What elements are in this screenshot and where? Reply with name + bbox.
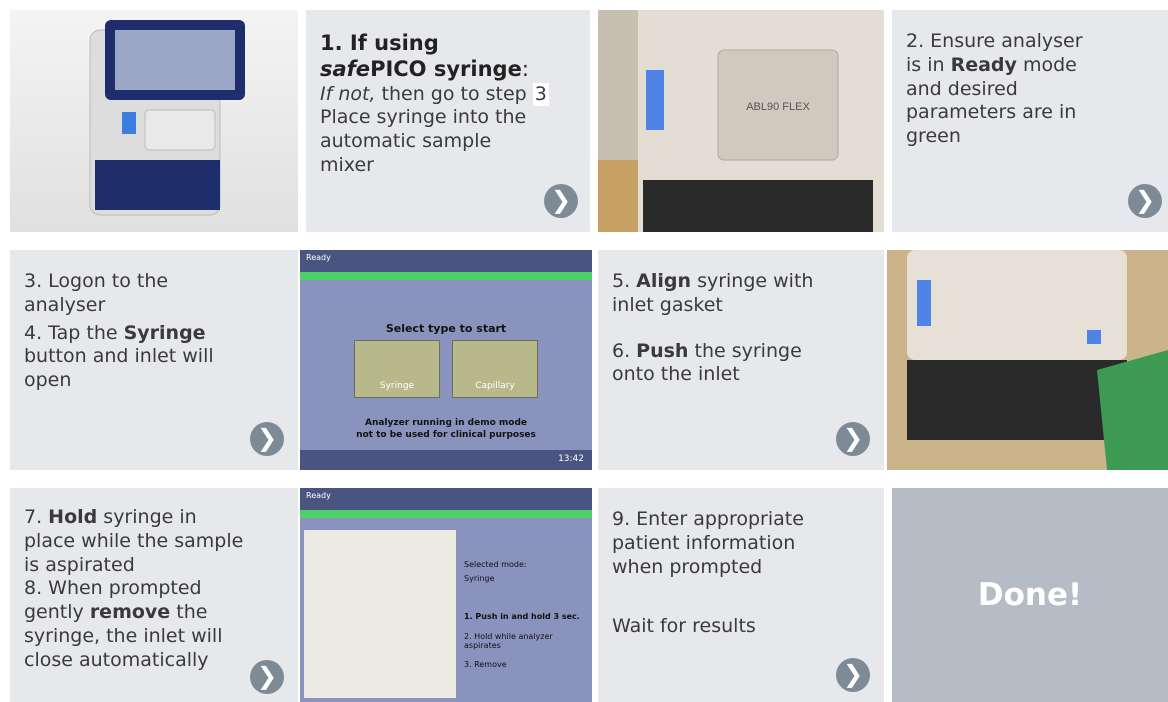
inlet-illustration: ABL90 FLEX xyxy=(598,10,884,232)
next-arrow-icon[interactable]: ❯ xyxy=(250,660,284,694)
step-2-line: parameters are in xyxy=(906,101,1077,124)
analyser-inlet-photo: ABL90 FLEX xyxy=(598,10,884,232)
step-2-tile: 2. Ensure analyser is in Ready mode and … xyxy=(892,10,1168,232)
done-label: Done! xyxy=(977,577,1083,613)
step-9-line: patient information xyxy=(612,531,796,554)
wait-line: Wait for results xyxy=(612,615,756,638)
done-tile: Done! xyxy=(892,488,1168,702)
step-3-4-tile: 3. Logon to the analyser 4. Tap the Syri… xyxy=(10,250,298,470)
analyser-photo xyxy=(10,10,298,232)
step-1-line: Place syringe into the xyxy=(320,106,527,129)
instruction-step: 3. Remove xyxy=(464,660,507,669)
syringe-insert-illustration xyxy=(887,250,1168,470)
step-4-line: button and inlet will xyxy=(24,345,214,368)
step-6-line: 6. Push the syringe xyxy=(612,339,802,362)
analyser-illustration xyxy=(89,20,245,216)
step-1-title: 1. If using xyxy=(320,31,439,55)
step-5-6-tile: 5. Align syringe with inlet gasket 6. Pu… xyxy=(598,250,884,470)
step-7-8-tile: 7. Hold syringe in place while the sampl… xyxy=(10,488,298,702)
screen-parameter-bar xyxy=(300,510,592,518)
step-8-line: 8. When prompted xyxy=(24,577,202,600)
step-4-line: 4. Tap the Syringe xyxy=(24,321,206,344)
screen-status-bar: Ready xyxy=(300,250,592,272)
next-arrow-icon[interactable]: ❯ xyxy=(250,422,284,456)
capillary-button[interactable]: Capillary xyxy=(452,340,538,398)
step-5-line: inlet gasket xyxy=(612,293,723,316)
step-1-line: automatic sample xyxy=(320,130,492,152)
step-9-tile: 9. Enter appropriate patient information… xyxy=(598,488,884,702)
analyser-screen-select-type: Ready Select type to start Syringe Capil… xyxy=(300,250,592,470)
step-1-line: If not, then go to step 3 xyxy=(320,82,549,107)
next-arrow-icon[interactable]: ❯ xyxy=(836,422,870,456)
step-3-line: 3. Logon to the xyxy=(24,270,169,292)
step-1-tile: 1. If using safePICO syringe: If not, th… xyxy=(306,10,590,232)
screen-time: 13:42 xyxy=(558,454,584,464)
selected-mode-label: Selected mode: xyxy=(464,560,527,569)
step-1-subtitle: safePICO syringe: xyxy=(320,57,529,82)
aspirate-photo xyxy=(304,530,456,698)
step-1-line: mixer xyxy=(320,153,374,176)
step-4-line: open xyxy=(24,369,72,391)
step-7-line: is aspirated xyxy=(24,553,135,576)
step-2-line: is in Ready mode xyxy=(906,53,1077,76)
syringe-button[interactable]: Syringe xyxy=(354,340,440,398)
screen-prompt: Select type to start xyxy=(385,322,507,335)
step-8-line: close automatically xyxy=(24,648,209,671)
step-5-line: 5. Align syringe with xyxy=(612,270,814,292)
step-8-line: syringe, the inlet will xyxy=(24,624,223,647)
demo-warning: not to be used for clinical purposes xyxy=(356,430,536,440)
analyser-screen-aspirate: Ready Selected mode: Syringe 1. Push in … xyxy=(300,488,592,702)
syringe-insert-photo xyxy=(887,250,1168,470)
instruction-step: 1. Push in and hold 3 sec. xyxy=(464,612,580,621)
step-6-line: onto the inlet xyxy=(612,363,740,386)
screen-parameter-bar xyxy=(300,272,592,280)
step-9-line: 9. Enter appropriate xyxy=(612,508,804,530)
next-arrow-icon[interactable]: ❯ xyxy=(836,658,870,692)
demo-warning: Analyzer running in demo mode xyxy=(364,418,527,428)
next-arrow-icon[interactable]: ❯ xyxy=(1128,184,1162,218)
selected-mode-value: Syringe xyxy=(464,574,495,583)
step-3-line: analyser xyxy=(24,293,106,316)
screen-status-bar: Ready xyxy=(300,488,592,510)
step-8-line: gently remove the xyxy=(24,601,208,623)
screen-bottom-bar: 13:42 xyxy=(300,450,592,470)
step-2-line: and desired xyxy=(906,77,1018,100)
step-2-line: green xyxy=(906,125,961,147)
device-label: ABL90 FLEX xyxy=(746,101,810,113)
step-9-line: when prompted xyxy=(612,555,763,578)
instruction-step: 2. Hold while analyzer aspirates xyxy=(464,632,553,650)
next-arrow-icon[interactable]: ❯ xyxy=(544,184,578,218)
step-7-line: place while the sample xyxy=(24,529,244,552)
step-2-line: 2. Ensure analyser xyxy=(906,30,1083,52)
step-7-line: 7. Hold syringe in xyxy=(24,506,197,528)
